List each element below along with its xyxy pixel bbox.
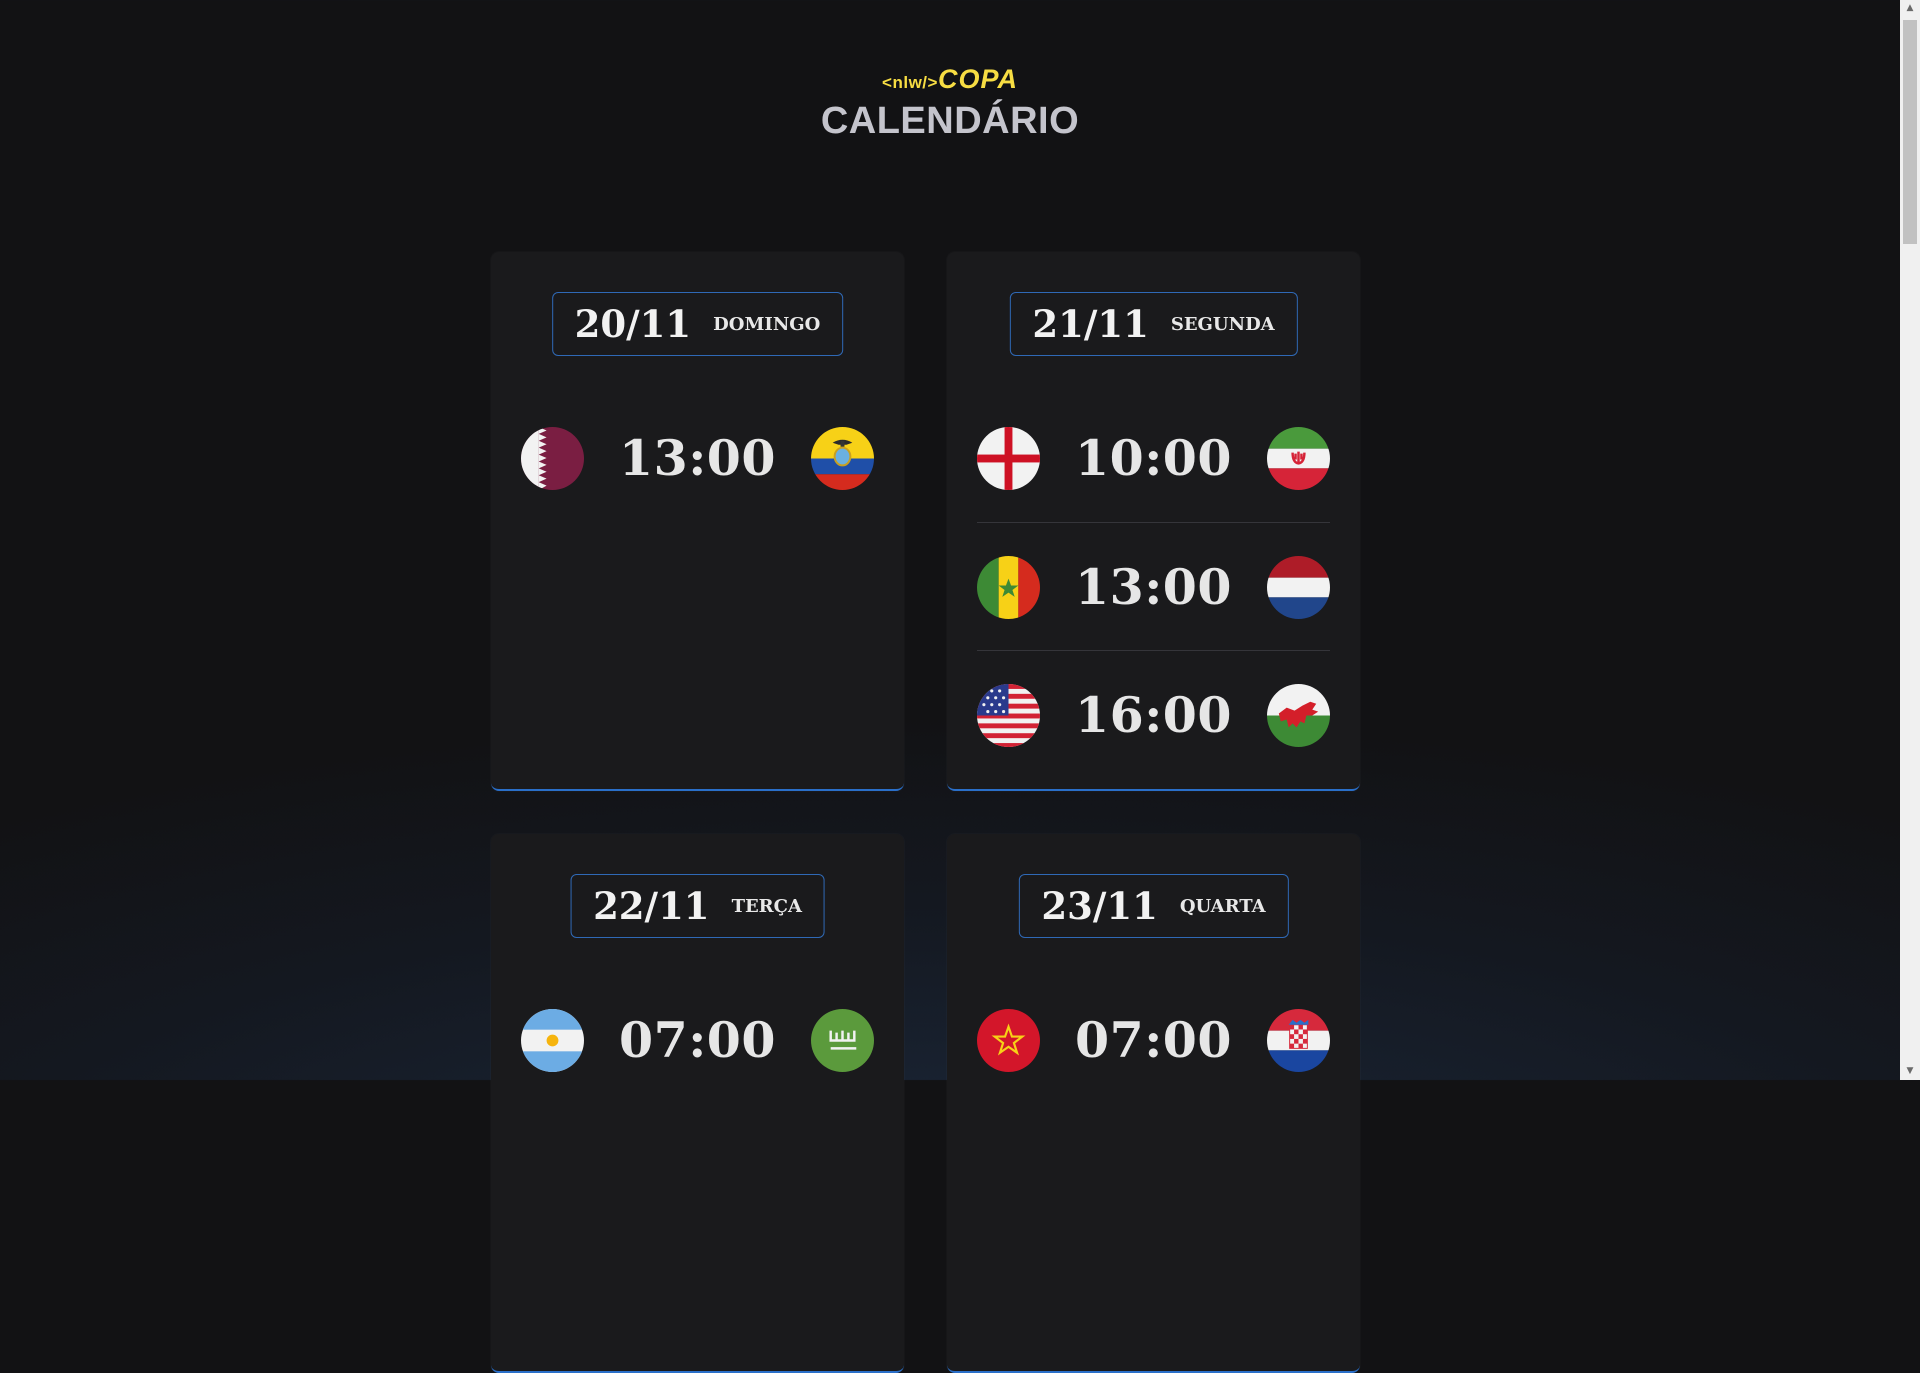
page-title: CALENDÁRIO [820,100,1080,142]
date-number: 22/11 [593,884,710,928]
weekday-label: SEGUNDA [1170,313,1275,335]
netherlands-flag-icon [1267,555,1330,619]
senegal-flag-icon [977,555,1040,619]
game-time: 07:00 [1075,1011,1232,1069]
qatar-flag-icon [521,426,584,490]
croatia-flag-icon [1267,1008,1330,1072]
game-row: 10:00 [977,394,1330,522]
argentina-flag-icon [521,1008,584,1072]
iran-flag-icon [1267,426,1330,490]
england-flag-icon [977,426,1040,490]
day-card-21-11: 21/11 SEGUNDA 10:00 13:00 16:00 [947,252,1360,791]
date-badge: 23/11 QUARTA [1018,874,1289,938]
scroll-down-arrow-icon[interactable]: ▼ [1900,1063,1920,1080]
weekday-label: DOMINGO [713,313,821,335]
game-time: 07:00 [619,1011,776,1069]
game-time: 13:00 [619,429,776,487]
date-number: 21/11 [1032,302,1149,346]
logo-copa: COPA [937,64,1018,94]
game-time: 10:00 [1075,429,1232,487]
logo: <nlw/>COPA [0,64,1900,95]
date-badge: 21/11 SEGUNDA [1009,292,1298,356]
game-row: 13:00 [521,394,874,522]
wales-flag-icon [1267,683,1330,747]
scrollbar-thumb[interactable] [1903,20,1917,244]
scroll-up-arrow-icon[interactable]: ▲ [1900,0,1920,17]
date-number: 23/11 [1041,884,1158,928]
logo-tag: <nlw/> [882,73,938,92]
morocco-flag-icon [977,1008,1040,1072]
game-row: 07:00 [521,976,874,1104]
date-badge: 20/11 DOMINGO [551,292,844,356]
game-row: 07:00 [977,976,1330,1104]
weekday-label: TERÇA [731,895,802,917]
ecuador-flag-icon [811,426,874,490]
game-row: 16:00 [977,650,1330,779]
game-time: 16:00 [1075,686,1232,744]
date-badge: 22/11 TERÇA [570,874,825,938]
date-number: 20/11 [574,302,692,346]
weekday-label: QUARTA [1179,895,1266,917]
usa-flag-icon [977,683,1040,747]
game-time: 13:00 [1075,558,1232,616]
day-card-20-11: 20/11 DOMINGO 13:00 [491,252,904,791]
day-card-22-11: 22/11 TERÇA 07:00 [491,834,904,1373]
game-row: 13:00 [977,522,1330,651]
saudi-arabia-flag-icon [811,1008,874,1072]
vertical-scrollbar[interactable]: ▲ ▼ [1900,0,1920,1080]
day-card-23-11: 23/11 QUARTA 07:00 [947,834,1360,1373]
